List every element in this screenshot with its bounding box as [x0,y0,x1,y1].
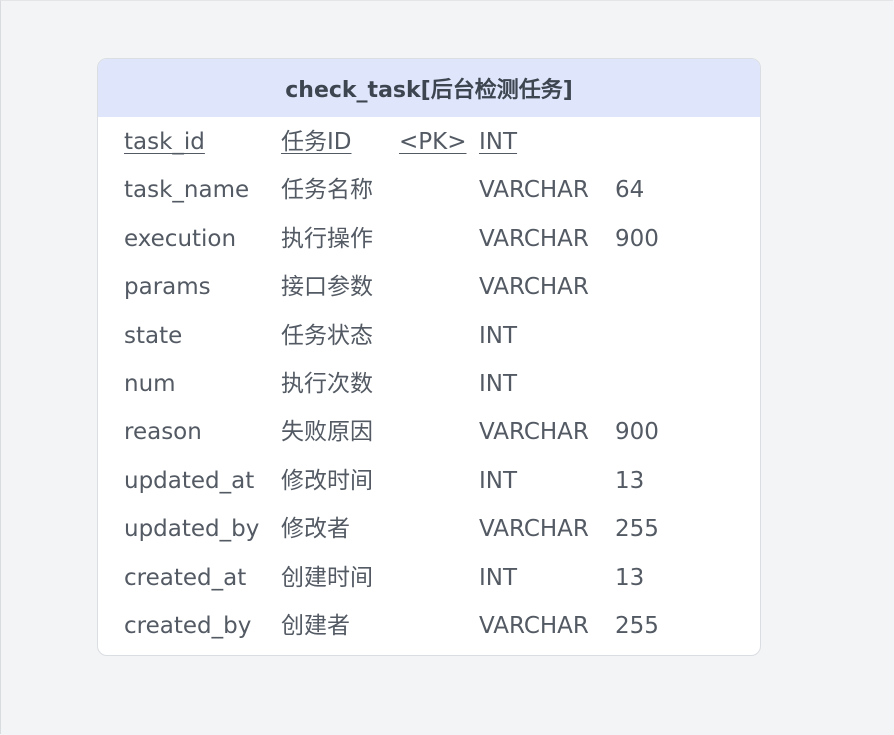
column-length: 255 [615,612,659,639]
column-comment: 失败原因 [281,419,373,446]
column-type: INT [479,370,518,397]
column-name: task_id [124,129,205,155]
column-comment: 接口参数 [281,274,373,301]
column-type: VARCHAR [479,177,589,204]
column-row-state[interactable]: state 任务状态 INT [98,313,760,361]
column-length: 64 [615,177,645,204]
column-comment: 创建时间 [281,564,373,591]
column-name: created_at [124,564,247,591]
column-name: updated_at [124,467,255,494]
column-key: <PK> [399,129,467,155]
column-length: 13 [615,564,645,591]
column-comment: 任务名称 [281,177,373,204]
column-comment: 创建者 [281,612,350,639]
column-row-updated-by[interactable]: updated_by 修改者 VARCHAR 255 [98,506,760,554]
column-row-reason[interactable]: reason 失败原因 VARCHAR 900 [98,409,760,457]
column-name: updated_by [124,516,260,543]
column-name: state [124,322,183,349]
column-row-created-by[interactable]: created_by 创建者 VARCHAR 255 [98,603,760,651]
column-type: VARCHAR [479,419,589,446]
column-type: INT [479,129,518,155]
column-row-task-id[interactable]: task_id 任务ID <PK> INT [98,119,760,167]
column-type: INT [479,322,518,349]
column-row-params[interactable]: params 接口参数 VARCHAR [98,264,760,312]
entity-table-check-task[interactable]: check_task[后台检测任务] task_id 任务ID <PK> INT tas… [97,58,761,656]
column-row-execution[interactable]: execution 执行操作 VARCHAR 900 [98,216,760,264]
table-title: check_task[后台检测任务] [98,59,760,117]
column-row-num[interactable]: num 执行次数 INT [98,361,760,409]
column-comment: 修改时间 [281,467,373,494]
column-name: reason [124,419,202,446]
column-name: params [124,274,211,301]
column-name: execution [124,225,237,252]
column-type: VARCHAR [479,274,589,301]
column-length: 13 [615,467,645,494]
column-comment: 修改者 [281,516,350,543]
column-comment: 任务状态 [281,322,373,349]
column-type: INT [479,564,518,591]
column-type: VARCHAR [479,225,589,252]
column-comment: 执行次数 [281,370,373,397]
column-type: VARCHAR [479,516,589,543]
column-name: created_by [124,612,252,639]
column-type: INT [479,467,518,494]
diagram-canvas: check_task[后台检测任务] task_id 任务ID <PK> INT tas… [0,0,893,734]
column-comment: 任务ID [281,129,352,155]
column-type: VARCHAR [479,612,589,639]
column-comment: 执行操作 [281,225,373,252]
column-name: num [124,370,176,397]
column-list: task_id 任务ID <PK> INT task_name 任务名称 VARCHAR 64… [98,117,760,651]
column-row-task-name[interactable]: task_name 任务名称 VARCHAR 64 [98,167,760,215]
column-name: task_name [124,177,250,204]
column-length: 900 [615,225,659,252]
column-length: 255 [615,516,659,543]
column-row-updated-at[interactable]: updated_at 修改时间 INT 13 [98,458,760,506]
column-row-created-at[interactable]: created_at 创建时间 INT 13 [98,555,760,603]
column-length: 900 [615,419,659,446]
